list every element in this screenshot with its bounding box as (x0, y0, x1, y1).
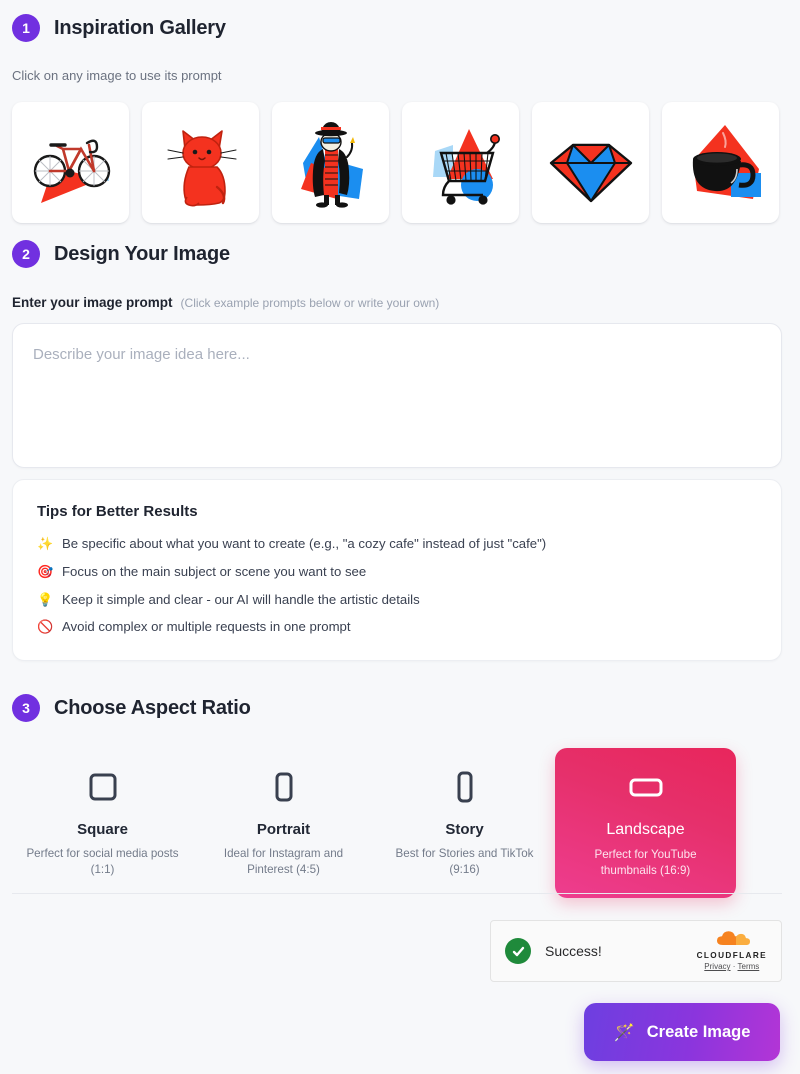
tip-item: 🚫 Avoid complex or multiple requests in … (37, 618, 757, 636)
portrait-icon (205, 770, 362, 804)
gallery-item-bicycle[interactable] (12, 102, 129, 223)
privacy-link[interactable]: Privacy (704, 962, 730, 971)
tip-item: 🎯 Focus on the main subject or scene you… (37, 563, 757, 581)
tip-item: 💡 Keep it simple and clear - our AI will… (37, 591, 757, 609)
aspect-ratio-option-story[interactable]: Story Best for Stories and TikTok (9:16) (374, 748, 555, 898)
tips-card: Tips for Better Results ✨ Be specific ab… (12, 479, 782, 661)
cloudflare-wordmark: CLOUDFLARE (696, 950, 767, 960)
coffee-cup-illustration (673, 115, 769, 211)
step-badge-2: 2 (12, 240, 40, 268)
terms-link[interactable]: Terms (738, 962, 760, 971)
story-icon (386, 770, 543, 804)
design-image-section: 2 Design Your Image Enter your image pro… (12, 240, 788, 473)
tip-text: Focus on the main subject or scene you w… (62, 563, 367, 579)
square-icon (24, 770, 181, 804)
sparkles-icon: ✨ (37, 536, 54, 551)
aspect-ratio-desc: Perfect for social media posts (1:1) (26, 847, 179, 876)
gallery-title: Inspiration Gallery (54, 16, 226, 39)
prompt-label-row: Enter your image prompt (Click example p… (12, 295, 788, 310)
lightbulb-icon: 💡 (37, 591, 54, 607)
gallery-item-detective[interactable] (272, 102, 389, 223)
cloudflare-brand: CLOUDFLARE Privacy · Terms (697, 931, 767, 971)
aspect-ratio-desc: Ideal for Instagram and Pinterest (4:5) (223, 847, 344, 876)
aspect-ratio-name: Story (445, 821, 484, 838)
bicycle-illustration (23, 115, 119, 211)
shopping-cart-illustration (413, 115, 509, 211)
tip-text: Avoid complex or multiple requests in on… (62, 619, 351, 635)
gallery-item-cat[interactable] (142, 102, 259, 223)
inspiration-gallery-section: 1 Inspiration Gallery Click on any image… (12, 14, 788, 223)
create-image-label: Create Image (646, 1022, 751, 1041)
aspect-ratio-title: Choose Aspect Ratio (54, 696, 251, 719)
cloudflare-turnstile-widget[interactable]: Success! CLOUDFLARE Privacy · Terms (490, 920, 782, 982)
detective-illustration (283, 115, 379, 211)
gallery-item-shopping-cart[interactable] (402, 102, 519, 223)
gallery-grid (12, 102, 788, 223)
tip-text: Keep it simple and clear - our AI will h… (62, 591, 420, 607)
tips-title: Tips for Better Results (37, 503, 198, 520)
aspect-ratio-section: 3 Choose Aspect Ratio Square Perfect for… (12, 694, 788, 899)
aspect-ratio-name: Square (77, 821, 128, 838)
landscape-icon (567, 770, 724, 804)
create-image-button[interactable]: 🪄 Create Image (584, 1003, 780, 1061)
gallery-item-coffee-cup[interactable] (662, 102, 779, 223)
target-icon: 🎯 (37, 563, 54, 579)
gallery-heading: 1 Inspiration Gallery (12, 14, 788, 42)
design-heading: 2 Design Your Image (12, 240, 788, 268)
gallery-subtitle: Click on any image to use its prompt (12, 68, 222, 83)
section-divider (12, 893, 782, 894)
aspect-ratio-desc: Best for Stories and TikTok (9:16) (395, 847, 534, 876)
aspect-ratio-desc: Perfect for YouTube thumbnails (16:9) (594, 848, 697, 877)
prompt-hint: (Click example prompts below or write yo… (180, 296, 440, 310)
aspect-ratio-heading: 3 Choose Aspect Ratio (12, 694, 788, 722)
aspect-ratio-options: Square Perfect for social media posts (1… (12, 748, 788, 899)
aspect-ratio-name: Landscape (606, 821, 685, 838)
tip-text: Be specific about what you want to creat… (62, 536, 547, 551)
diamond-illustration (543, 115, 639, 211)
aspect-ratio-option-landscape[interactable]: Landscape Perfect for YouTube thumbnails… (555, 748, 736, 899)
link-separator: · (732, 962, 736, 972)
aspect-ratio-option-portrait[interactable]: Portrait Ideal for Instagram and Pintere… (193, 748, 374, 898)
turnstile-status: Success! (545, 943, 602, 959)
prompt-input[interactable] (12, 323, 782, 468)
success-check-icon (505, 938, 531, 964)
prompt-label: Enter your image prompt (12, 295, 173, 310)
image-generator-page: 1 Inspiration Gallery Click on any image… (0, 0, 800, 1074)
aspect-ratio-name: Portrait (256, 821, 311, 838)
cloudflare-cloud-icon (714, 931, 750, 950)
turnstile-links: Privacy · Terms (697, 963, 767, 971)
design-title: Design Your Image (54, 242, 230, 265)
aspect-ratio-option-square[interactable]: Square Perfect for social media posts (1… (12, 748, 193, 898)
step-badge-3: 3 (12, 694, 40, 722)
prohibited-icon: 🚫 (37, 619, 54, 635)
step-badge-1: 1 (12, 14, 40, 42)
magic-wand-icon: 🪄 (613, 1022, 635, 1042)
tip-item: ✨ Be specific about what you want to cre… (37, 535, 757, 553)
tips-list: ✨ Be specific about what you want to cre… (37, 535, 757, 636)
cat-illustration (153, 115, 249, 211)
gallery-item-diamond[interactable] (532, 102, 649, 223)
